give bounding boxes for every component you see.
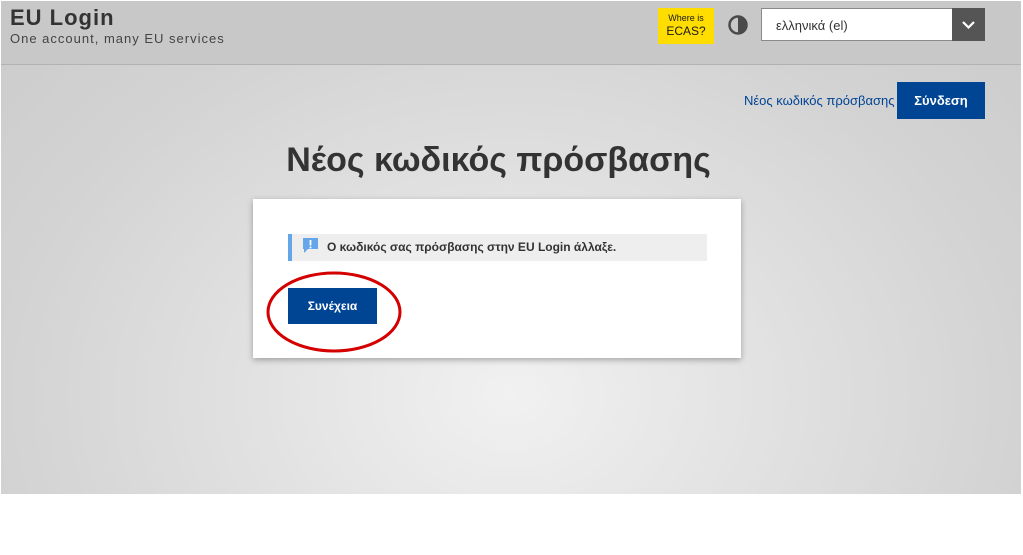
password-changed-card: Ο κωδικός σας πρόσβασης στην EU Login άλ… (253, 199, 741, 358)
language-select[interactable]: ελληνικά (el) (761, 8, 985, 41)
language-select-toggle[interactable] (952, 8, 985, 41)
where-is-ecas-button[interactable]: Where is ECAS? (658, 8, 714, 44)
site-header: EU Login One account, many EU services W… (1, 1, 1021, 65)
info-exclamation-icon (303, 238, 318, 253)
language-select-value: ελληνικά (el) (776, 18, 848, 33)
continue-button[interactable]: Συνέχεια (288, 288, 377, 324)
ecas-badge-line1: Where is (668, 13, 704, 23)
notice-text: Ο κωδικός σας πρόσβασης στην EU Login άλ… (327, 240, 617, 254)
ecas-badge-line2: ECAS? (666, 24, 706, 38)
page-frame: EU Login One account, many EU services W… (1, 1, 1021, 494)
site-title: EU Login (10, 5, 115, 30)
site-subtitle: One account, many EU services (10, 31, 225, 46)
contrast-icon[interactable] (727, 14, 749, 36)
notice-message: Ο κωδικός σας πρόσβασης στην EU Login άλ… (288, 234, 707, 261)
new-password-link[interactable]: Νέος κωδικός πρόσβασης (744, 93, 894, 108)
signin-button[interactable]: Σύνδεση (897, 82, 985, 119)
page-title: Νέος κωδικός πρόσβασης (286, 141, 711, 179)
chevron-down-icon (962, 21, 975, 30)
